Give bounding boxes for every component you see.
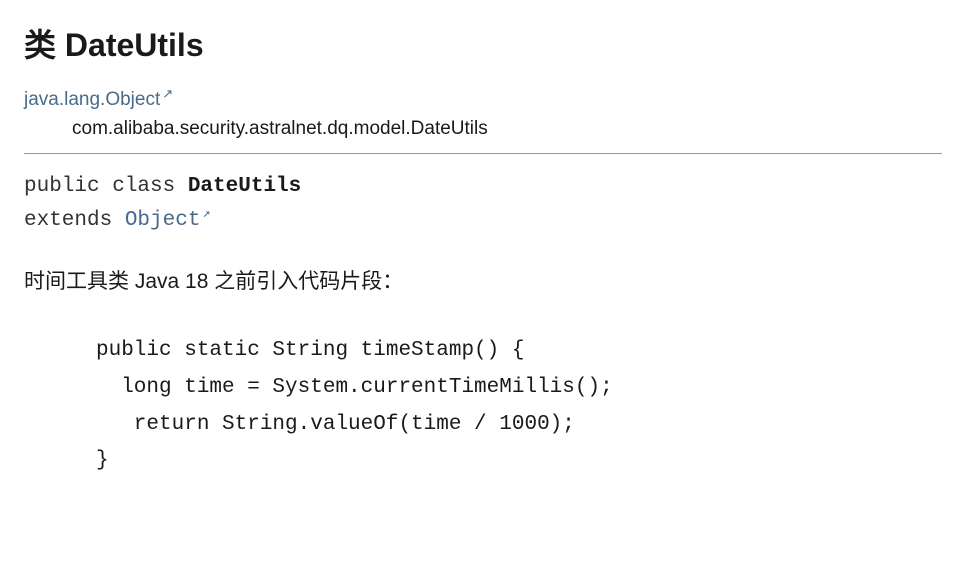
inheritance-tree: java.lang.Object↗ com.alibaba.security.a…: [24, 84, 942, 143]
class-description: 时间工具类 Java 18 之前引入代码片段：: [24, 266, 942, 298]
signature-modifiers: public class: [24, 175, 188, 198]
external-link-icon: ↗: [162, 86, 173, 101]
class-signature: public class DateUtils extends Object↗: [24, 170, 942, 237]
signature-classname: DateUtils: [188, 175, 301, 198]
title-prefix: 类: [24, 27, 65, 63]
signature-extends: extends: [24, 209, 125, 232]
code-line-3: return String.valueOf(time / 1000);: [96, 413, 575, 436]
signature-line-1: public class DateUtils: [24, 170, 942, 204]
external-link-icon: ↗: [202, 206, 210, 221]
page-title: 类 DateUtils: [24, 20, 942, 66]
inheritance-parent-link[interactable]: java.lang.Object↗: [24, 89, 173, 110]
code-line-2: long time = System.currentTimeMillis();: [96, 376, 613, 399]
code-line-1: public static String timeStamp() {: [96, 339, 524, 362]
title-classname: DateUtils: [65, 27, 204, 63]
inheritance-child: com.alibaba.security.astralnet.dq.model.…: [24, 115, 942, 144]
inheritance-parent-text: java.lang.Object: [24, 89, 160, 110]
code-snippet: public static String timeStamp() { long …: [24, 333, 942, 480]
inheritance-parent: java.lang.Object↗: [24, 84, 942, 115]
signature-supertype: Object: [125, 209, 201, 232]
signature-line-2: extends Object↗: [24, 204, 942, 238]
code-line-4: }: [96, 449, 109, 472]
signature-supertype-link[interactable]: Object↗: [125, 209, 210, 232]
divider: [24, 153, 942, 154]
